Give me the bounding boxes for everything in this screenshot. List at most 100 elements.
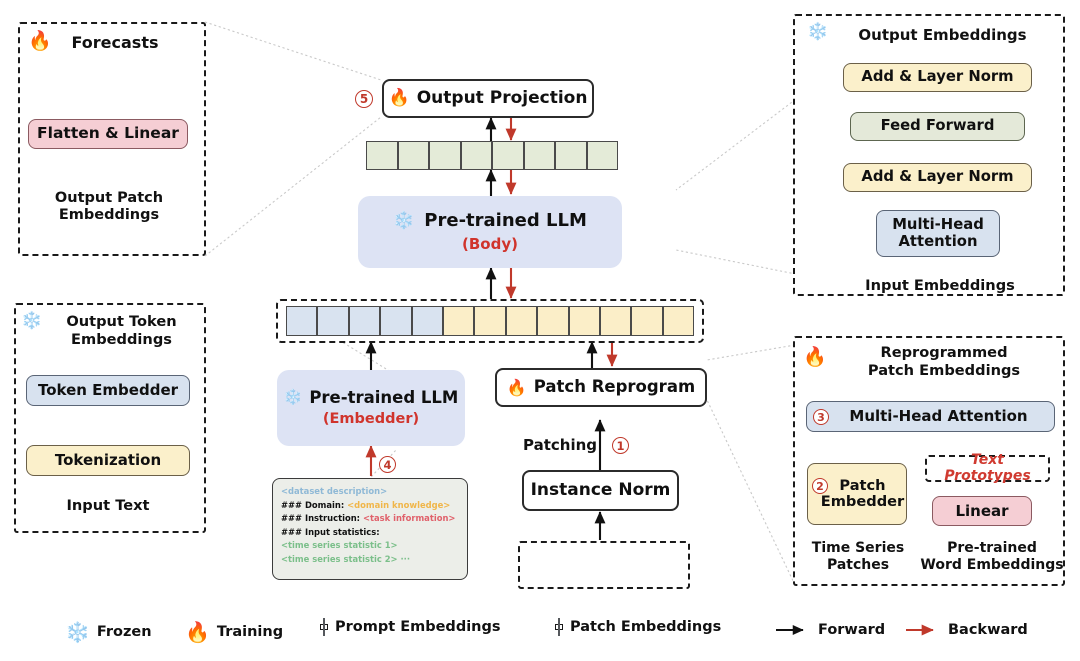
token-embedder-box[interactable]: Token Embedder (26, 375, 190, 406)
output-cell (586, 141, 618, 170)
snowflake-icon: ❄️ (21, 311, 43, 331)
output-projection-box[interactable]: 🔥 Output Projection (382, 79, 594, 118)
legend-prompt-label: Prompt Embeddings (335, 619, 501, 635)
output-cell (429, 141, 461, 170)
prompt-embedding-cell (317, 306, 349, 336)
output-cell (397, 141, 429, 170)
legend-backward: Backward (905, 622, 1028, 638)
prompt-line-6: <time series statistic 2> ··· (281, 553, 460, 567)
badge-3: 3 (813, 409, 829, 425)
output-projection-label: Output Projection (416, 87, 588, 108)
llm-embedder-sublabel: (Embedder) (322, 411, 420, 428)
text-prototypes-box[interactable]: Text Prototypes (925, 452, 1050, 483)
feed-forward-box[interactable]: Feed Forward (850, 112, 1025, 141)
prompt-ellipsis: ··· (400, 554, 411, 565)
patch-embedding-cell (631, 306, 663, 336)
input-time-series-box (518, 541, 690, 589)
prompt-instruction-key: ### Instruction: (281, 513, 361, 524)
badge-1: 1 (612, 437, 629, 454)
pwe-line1: Pre-trained (947, 540, 1037, 556)
output-cell (492, 141, 524, 170)
tsp-line1: Time Series (811, 540, 905, 556)
prompt-embedding-cell (411, 306, 443, 336)
prompt-line-4: ### Input statistics: (281, 526, 460, 540)
llm-body-sublabel: (Body) (462, 235, 518, 254)
legend-prompt-swatch-frame (320, 618, 328, 636)
add-layer-norm-bottom-box[interactable]: Add & Layer Norm (843, 163, 1032, 192)
ote-line2: Embeddings (71, 330, 172, 348)
badge-5: 5 (355, 90, 373, 108)
legend-training: 🔥 Training (185, 622, 283, 642)
time-series-patches-caption: Time Series Patches (798, 540, 918, 574)
prompt-dataset-description: <dataset description> (281, 486, 388, 496)
rpe-line2: Patch Embeddings (867, 361, 1021, 379)
prompt-statistic-1: <time series statistic 1> (281, 540, 398, 551)
output-cell (366, 141, 398, 170)
prompt-line-3: ### Instruction: <task information> (281, 512, 460, 526)
prompt-embedding-cell (380, 306, 412, 336)
output-patch-embeddings-caption: Output Patch Embeddings (24, 190, 194, 225)
backward-arrow-icon (906, 624, 934, 636)
output-cell (555, 141, 587, 170)
instance-norm-box[interactable]: Instance Norm (522, 470, 679, 511)
llm-embedder-label: Pre-trained LLM (309, 387, 459, 407)
output-embeddings-strip (366, 141, 618, 170)
fire-icon: 🔥 (803, 346, 827, 368)
forward-arrow-icon (776, 625, 804, 635)
prompt-embedding-cell (286, 306, 318, 336)
prompt-line-1: <dataset description> (281, 485, 460, 499)
forecasts-heading: Forecasts (71, 33, 159, 52)
badge-2: 2 (812, 478, 828, 494)
transformer-output-embeddings-label: Output Embeddings (858, 26, 1027, 44)
patch-embedding-cell (474, 306, 506, 336)
legend-frozen: ❄️ Frozen (65, 622, 152, 642)
llm-embedder-box[interactable]: ❄️ Pre-trained LLM (Embedder) (277, 370, 465, 446)
linear-box[interactable]: Linear (932, 496, 1032, 526)
reprogrammed-patch-embeddings-heading: Reprogrammed Patch Embeddings (830, 344, 1058, 379)
prompt-embedding-cell (348, 306, 381, 336)
prompt-line-2: ### Domain: <domain knowledge> (281, 499, 460, 513)
multi-head-attention-box[interactable]: Multi-Head Attention (876, 210, 1000, 257)
legend-training-label: Training (216, 624, 284, 640)
flatten-linear-box[interactable]: Flatten & Linear (28, 119, 188, 149)
prompt-instruction-value: <task information> (362, 513, 456, 524)
legend-patch-swatch-frame (555, 618, 563, 636)
reprogram-attention-box[interactable]: Multi-Head Attention (806, 401, 1055, 432)
add-layer-norm-top-box[interactable]: Add & Layer Norm (843, 63, 1032, 92)
legend-forward: Forward (775, 622, 885, 638)
patch-embedding-cell (442, 306, 475, 336)
prompt-text-box[interactable]: <dataset description> ### Domain: <domai… (272, 478, 468, 580)
pe-line1: Patch (839, 476, 886, 494)
patch-embedding-cell (568, 306, 600, 336)
prompt-line-5: <time series statistic 1> (281, 539, 460, 553)
prompt-statistic-2: <time series statistic 2> (281, 554, 398, 565)
rpe-line1: Reprogrammed (880, 344, 1008, 361)
legend-forward-label: Forward (818, 622, 886, 638)
input-embeddings-strip (286, 306, 695, 336)
pe-line2: Embedder (820, 493, 905, 510)
badge-4: 4 (379, 456, 396, 473)
legend-patch-label: Patch Embeddings (570, 619, 722, 635)
patch-embedding-cell (662, 306, 695, 336)
legend-prompt-embeddings: Prompt Embeddings (320, 618, 501, 636)
pretrained-word-embeddings-caption: Pre-trained Word Embeddings (918, 540, 1066, 574)
snowflake-icon: ❄️ (283, 388, 303, 407)
opc-line1: Output Patch (54, 190, 164, 206)
input-text-caption: Input Text (66, 497, 150, 514)
patch-reprogram-box[interactable]: 🔥 Patch Reprogram (495, 368, 707, 407)
fire-icon: 🔥 (388, 88, 410, 108)
patch-embedding-cell (505, 306, 538, 336)
prompt-domain-value: <domain knowledge> (347, 499, 451, 510)
llm-body-label: Pre-trained LLM (424, 210, 587, 232)
transformer-input-embeddings-label: Input Embeddings (865, 277, 1015, 294)
opc-line2: Embeddings (58, 207, 160, 224)
legend-prompt-swatch (323, 618, 325, 636)
ote-line1: Output Token (66, 313, 177, 330)
fire-icon: 🔥 (185, 620, 210, 644)
patch-embedder-box[interactable]: Patch Embedder (807, 463, 907, 525)
prompt-input-statistics-key: ### Input statistics: (281, 526, 380, 537)
patching-label: Patching (522, 436, 597, 454)
tokenization-box[interactable]: Tokenization (26, 445, 190, 476)
llm-body-box[interactable]: ❄️ Pre-trained LLM (Body) (358, 196, 622, 268)
fire-icon: 🔥 (506, 377, 527, 397)
